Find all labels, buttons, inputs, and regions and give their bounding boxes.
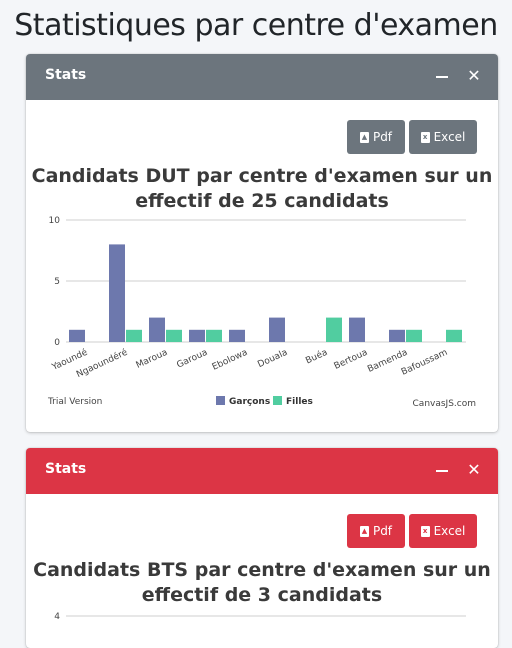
- minimize-icon[interactable]: [434, 460, 450, 480]
- y-tick-label: 4: [54, 612, 60, 622]
- pdf-file-icon: ▲: [359, 131, 369, 143]
- legend-label: Garçons: [229, 397, 270, 407]
- card-header: Stats ✕: [26, 448, 498, 494]
- canvasjs-credit-label: CanvasJS.com: [413, 399, 476, 409]
- x-tick-label: Garoua: [175, 348, 209, 371]
- excel-file-icon: x: [420, 525, 430, 537]
- legend-label: Filles: [286, 397, 313, 407]
- card-title: Stats: [45, 461, 87, 477]
- bts-bar-chart: 4: [54, 612, 466, 622]
- excel-button-label: Excel: [433, 524, 466, 538]
- bar-garcons: [349, 317, 365, 342]
- excel-button-label: Excel: [433, 130, 466, 144]
- x-tick-label: Bafoussam: [400, 348, 449, 378]
- x-tick-label: Buéa: [304, 347, 329, 367]
- bar-garcons: [149, 317, 165, 342]
- legend-swatch: [216, 396, 225, 405]
- card-title: Stats: [45, 67, 87, 83]
- chart-title: Candidats DUT par centre d'examen sur un…: [26, 164, 498, 214]
- chart-title: Candidats BTS par centre d'examen sur un…: [26, 558, 498, 608]
- chart-title-line2: effectif de 25 candidats: [135, 190, 389, 212]
- chart-title-line2: effectif de 3 candidats: [141, 584, 383, 606]
- bar-garcons: [389, 329, 405, 342]
- pdf-button-label: Pdf: [372, 130, 393, 144]
- page-title: Statistiques par centre d'examen: [14, 8, 498, 43]
- close-icon[interactable]: ✕: [466, 460, 482, 480]
- bar-filles: [446, 329, 462, 342]
- x-tick-label: Douala: [256, 348, 289, 370]
- pdf-button[interactable]: ▲ Pdf: [347, 514, 405, 548]
- minimize-icon[interactable]: [434, 66, 450, 86]
- bar-filles: [326, 317, 342, 342]
- bar-filles: [406, 329, 422, 342]
- dut-stats-card: Stats ✕ ▲ Pdf x Excel Candidats DUT par …: [26, 54, 498, 432]
- pdf-file-icon: ▲: [359, 525, 369, 537]
- close-icon[interactable]: ✕: [466, 66, 482, 86]
- bts-stats-card: Stats ✕ ▲ Pdf x Excel Candidats BTS par …: [26, 448, 498, 648]
- bar-garcons: [269, 317, 285, 342]
- bar-filles: [206, 329, 222, 342]
- bar-filles: [166, 329, 182, 342]
- pdf-button-label: Pdf: [372, 524, 393, 538]
- legend-swatch: [273, 396, 282, 405]
- chart-title-line1: Candidats BTS par centre d'examen sur un: [33, 559, 491, 581]
- trial-version-label: Trial Version: [47, 397, 102, 407]
- y-tick-label: 5: [54, 277, 60, 287]
- bar-garcons: [69, 329, 85, 342]
- bar-filles: [126, 329, 142, 342]
- excel-file-icon: x: [420, 131, 430, 143]
- y-tick-label: 0: [54, 338, 60, 348]
- y-tick-label: 10: [49, 216, 61, 226]
- pdf-button[interactable]: ▲ Pdf: [347, 120, 405, 154]
- chart-title-line1: Candidats DUT par centre d'examen sur un: [31, 165, 493, 187]
- x-tick-label: Bertoua: [333, 348, 370, 372]
- x-tick-label: Maroua: [135, 348, 170, 371]
- bar-garcons: [109, 244, 125, 342]
- bar-garcons: [229, 329, 245, 342]
- dut-bar-chart: 0510YaoundéNgaoundéré Maroua Garoua Ebolowa…: [47, 216, 476, 409]
- excel-button[interactable]: x Excel: [409, 514, 477, 548]
- x-tick-label: Ebolowa: [211, 348, 249, 373]
- card-header: Stats ✕: [26, 54, 498, 100]
- bar-garcons: [189, 329, 205, 342]
- excel-button[interactable]: x Excel: [409, 120, 477, 154]
